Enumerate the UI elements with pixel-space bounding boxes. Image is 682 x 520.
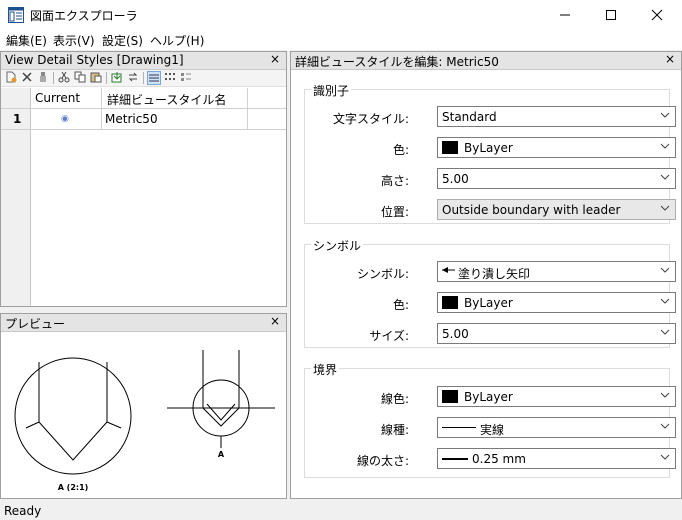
styles-pane: View Detail Styles [Drawing1] × Current …: [0, 51, 287, 307]
chevron-down-icon: [660, 454, 670, 460]
preview-pane: プレビュー × A (2:1) A: [0, 313, 287, 499]
linetype-preview: [442, 427, 476, 428]
status-bar: Ready: [0, 502, 682, 520]
chevron-down-icon: [660, 392, 670, 398]
chevron-down-icon: [660, 205, 670, 211]
menu-help[interactable]: ヘルプ(H): [150, 32, 204, 49]
current-indicator-icon[interactable]: ◉: [61, 114, 69, 124]
details-view-icon[interactable]: [147, 71, 161, 85]
paste-icon[interactable]: [89, 71, 103, 85]
editor-pane-close-button[interactable]: ×: [665, 52, 675, 66]
maximize-icon: [606, 10, 616, 20]
preview-label-large: A (2:1): [58, 483, 89, 492]
menu-settings[interactable]: 設定(S): [102, 32, 143, 49]
styles-pane-header: View Detail Styles [Drawing1] ×: [1, 52, 286, 70]
linetype-label: 線種:: [380, 423, 409, 437]
maximize-button[interactable]: [588, 0, 634, 30]
chevron-down-icon: [660, 329, 670, 335]
new-icon[interactable]: [4, 71, 18, 85]
boundary-group-title: 境界: [311, 361, 340, 378]
styles-toolbar: [1, 70, 286, 87]
identifier-color-label: 色:: [392, 143, 409, 157]
column-header-name[interactable]: 詳細ビュースタイル名: [107, 91, 226, 108]
editor-pane-header: 詳細ビュースタイルを編集: Metric50 ×: [291, 52, 681, 70]
chevron-down-icon: [660, 143, 670, 149]
column-header-current[interactable]: Current: [35, 91, 80, 105]
chevron-down-icon: [660, 267, 670, 273]
color-swatch: [442, 141, 458, 154]
lineweight-preview: [442, 458, 468, 460]
preview-pane-title: プレビュー: [5, 317, 66, 331]
styles-grid: Current 詳細ビュースタイル名 1 ◉ Metric50: [1, 88, 286, 130]
copy-icon[interactable]: [73, 71, 87, 85]
identifier-group: 識別子 文字スタイル: Standard 色: ByLayer 高さ: 5.00…: [304, 82, 676, 224]
symbol-color-select[interactable]: ByLayer: [437, 292, 676, 313]
editor-pane-title: 詳細ビュースタイルを編集: Metric50: [295, 55, 499, 69]
close-icon: [651, 9, 663, 21]
cut-icon[interactable]: [57, 71, 71, 85]
symbol-select[interactable]: 塗り潰し矢印: [437, 261, 676, 282]
preview-pane-header: プレビュー ×: [1, 314, 286, 332]
symbol-group-title: シンボル: [311, 237, 364, 254]
chevron-down-icon: [660, 112, 670, 118]
filled-arrow-icon: [442, 267, 455, 273]
position-label: 位置:: [380, 205, 409, 219]
delete-icon[interactable]: [20, 71, 34, 85]
size-select[interactable]: 5.00: [437, 323, 676, 344]
identifier-color-select[interactable]: ByLayer: [437, 137, 676, 158]
linetype-select[interactable]: 実線: [437, 417, 676, 438]
boundary-group: 境界 線色: ByLayer 線種: 実線 線の太さ: 0.25 mm: [304, 361, 676, 478]
identifier-group-title: 識別子: [311, 82, 352, 99]
symbol-group: シンボル シンボル: 塗り潰し矢印 色: ByLayer サイズ: 5.00: [304, 237, 676, 348]
preview-drawing: A (2:1) A: [14, 350, 275, 492]
chevron-down-icon: [660, 423, 670, 429]
menu-edit[interactable]: 編集(E): [6, 32, 47, 49]
grid-header-row: Current 詳細ビュースタイル名: [1, 88, 286, 109]
status-text: Ready: [4, 504, 42, 518]
menu-bar: 編集(E) 表示(V) 設定(S) ヘルプ(H): [0, 30, 682, 50]
style-name-cell[interactable]: Metric50: [105, 112, 158, 126]
list-view-icon[interactable]: [179, 71, 193, 85]
symbol-label: シンボル:: [356, 267, 409, 281]
title-bar: 図面エクスプローラ: [0, 0, 682, 30]
import-icon[interactable]: [110, 71, 124, 85]
color-swatch: [442, 296, 458, 309]
chevron-down-icon: [660, 298, 670, 304]
icons-view-icon[interactable]: [163, 71, 177, 85]
text-style-select[interactable]: Standard: [437, 106, 676, 127]
refresh-icon[interactable]: [126, 71, 140, 85]
chevron-down-icon: [660, 174, 670, 180]
preview-label-small: A: [218, 450, 225, 459]
styles-pane-close-button[interactable]: ×: [270, 52, 280, 66]
minimize-button[interactable]: [542, 0, 588, 30]
table-row[interactable]: 1 ◉ Metric50: [1, 109, 286, 130]
menu-view[interactable]: 表示(V): [53, 32, 95, 49]
color-swatch: [442, 390, 458, 403]
lineweight-select[interactable]: 0.25 mm: [437, 448, 676, 469]
styles-pane-title: View Detail Styles [Drawing1]: [5, 53, 184, 67]
minimize-icon: [560, 14, 570, 16]
size-label: サイズ:: [369, 329, 409, 343]
purge-icon[interactable]: [36, 71, 50, 85]
preview-pane-close-button[interactable]: ×: [270, 314, 280, 328]
line-color-select[interactable]: ByLayer: [437, 386, 676, 407]
drawing-explorer-icon: [8, 7, 24, 23]
row-number: 1: [13, 112, 22, 126]
height-select[interactable]: 5.00: [437, 168, 676, 189]
line-color-label: 線色:: [380, 392, 409, 406]
position-select[interactable]: Outside boundary with leader: [437, 199, 676, 220]
window-title: 図面エクスプローラ: [30, 9, 138, 23]
text-style-label: 文字スタイル:: [332, 112, 409, 126]
close-button[interactable]: [634, 0, 680, 30]
height-label: 高さ:: [380, 174, 409, 188]
lineweight-label: 線の太さ:: [356, 454, 409, 468]
symbol-color-label: 色:: [392, 298, 409, 312]
style-editor-pane: 詳細ビュースタイルを編集: Metric50 × 識別子 文字スタイル: Sta…: [290, 51, 682, 499]
